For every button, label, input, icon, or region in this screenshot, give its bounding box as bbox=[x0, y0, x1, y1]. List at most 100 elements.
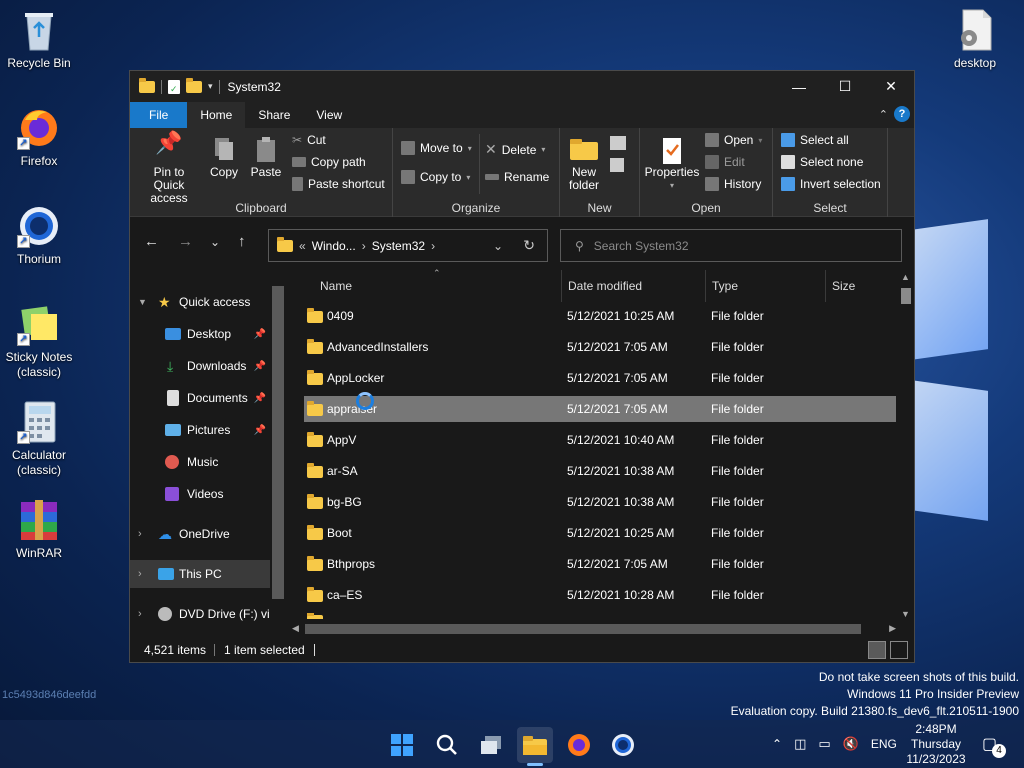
paste-shortcut-button[interactable]: Paste shortcut bbox=[292, 177, 385, 191]
nav-scrollbar-thumb[interactable] bbox=[272, 286, 284, 599]
clock[interactable]: 2:48PM Thursday 11/23/2023 bbox=[905, 720, 967, 768]
delete-button[interactable]: ✕ Delete ▾ bbox=[485, 141, 545, 158]
file-row[interactable]: ca–ES 5/12/2021 10:28 AM File folder bbox=[304, 582, 896, 608]
breadcrumb-overflow[interactable]: « bbox=[299, 239, 306, 253]
chevron-right-icon[interactable]: › bbox=[138, 608, 142, 620]
tab-file[interactable]: File bbox=[130, 102, 188, 128]
desktop-icon-sticky-notes[interactable]: ↗ Sticky Notes (classic) bbox=[3, 302, 75, 380]
history-button[interactable]: History bbox=[705, 177, 761, 191]
nav-item-videos[interactable]: Videos bbox=[130, 480, 270, 508]
tab-share[interactable]: Share bbox=[245, 102, 303, 128]
copy-to-button[interactable]: Copy to ▾ bbox=[401, 170, 470, 184]
nav-item-onedrive[interactable]: › ☁ OneDrive bbox=[130, 520, 270, 548]
desktop-icon-thorium[interactable]: ↗ Thorium bbox=[3, 204, 75, 267]
new-item-icon[interactable] bbox=[610, 136, 626, 150]
large-icons-view-button[interactable] bbox=[890, 641, 908, 659]
chevron-right-icon[interactable]: › bbox=[138, 568, 142, 580]
camera-icon[interactable]: ◫ bbox=[794, 736, 806, 752]
scroll-down-icon[interactable]: ▼ bbox=[901, 609, 910, 619]
search-button[interactable] bbox=[429, 727, 465, 763]
file-row[interactable]: bg-BG 5/12/2021 10:38 AM File folder bbox=[304, 489, 896, 515]
tab-home[interactable]: Home bbox=[187, 102, 246, 128]
desktop-icon-desktop-file[interactable]: desktop bbox=[939, 8, 1011, 71]
select-all-button[interactable]: Select all bbox=[781, 133, 849, 147]
file-row[interactable]: AppLocker 5/12/2021 7:05 AM File folder bbox=[304, 365, 896, 391]
network-icon[interactable]: ▭ bbox=[818, 736, 830, 752]
file-list-horizontal-scrollbar[interactable]: ◀ ▶ bbox=[288, 621, 898, 637]
up-arrow-icon[interactable]: ↑ bbox=[238, 233, 246, 250]
properties-quick-icon[interactable]: ✓ bbox=[168, 79, 180, 94]
tab-view[interactable]: View bbox=[303, 102, 355, 128]
chevron-right-icon[interactable]: › bbox=[431, 239, 435, 253]
select-none-button[interactable]: Select none bbox=[781, 155, 863, 169]
file-row[interactable]: AppV 5/12/2021 10:40 AM File folder bbox=[304, 427, 896, 453]
forward-arrow-icon[interactable]: → bbox=[178, 233, 193, 250]
nav-item-this-pc[interactable]: › This PC bbox=[130, 560, 270, 588]
file-row[interactable]: appraiser 5/12/2021 7:05 AM File folder bbox=[304, 396, 896, 422]
move-to-button[interactable]: Move to ▾ bbox=[401, 141, 472, 155]
breadcrumb-windows[interactable]: Windo... bbox=[312, 239, 356, 253]
show-hidden-icons-chevron-icon[interactable]: ⌃ bbox=[772, 737, 782, 751]
nav-item-desktop[interactable]: Desktop 📌 bbox=[130, 320, 270, 348]
customize-toolbar-icon[interactable]: ▾ bbox=[208, 81, 213, 92]
chevron-right-icon[interactable]: › bbox=[138, 528, 142, 540]
desktop-icon-firefox[interactable]: ↗ Firefox bbox=[3, 106, 75, 169]
new-folder-quick-icon[interactable] bbox=[186, 77, 202, 93]
maximize-button[interactable]: ☐ bbox=[822, 71, 868, 102]
vertical-scrollbar-thumb[interactable] bbox=[901, 288, 911, 304]
scroll-right-icon[interactable]: ▶ bbox=[889, 623, 896, 634]
column-header-type[interactable]: Type bbox=[712, 270, 738, 302]
desktop-icon-winrar[interactable]: WinRAR bbox=[3, 498, 75, 561]
nav-item-dvd-drive[interactable]: › DVD Drive (F:) vir bbox=[130, 600, 270, 628]
notifications-button[interactable]: ▢ 4 bbox=[982, 720, 1006, 768]
address-dropdown-icon[interactable]: ⌄ bbox=[493, 239, 503, 253]
file-row[interactable]: Bthprops 5/12/2021 7:05 AM File folder bbox=[304, 551, 896, 577]
breadcrumb-system32[interactable]: System32 bbox=[372, 239, 425, 253]
open-button[interactable]: Open ▾ bbox=[705, 133, 762, 147]
file-row-partial[interactable] bbox=[304, 613, 896, 619]
input-language[interactable]: ENG bbox=[871, 737, 897, 751]
address-bar[interactable]: « Windo... › System32 › ⌄ ↻ bbox=[268, 229, 548, 262]
desktop-icon-recycle-bin[interactable]: Recycle Bin bbox=[3, 8, 75, 71]
column-header-size[interactable]: Size bbox=[832, 270, 855, 302]
task-view-button[interactable] bbox=[473, 727, 509, 763]
copy-button[interactable]: Copy bbox=[204, 136, 244, 179]
file-row[interactable]: AdvancedInstallers 5/12/2021 7:05 AM File … bbox=[304, 334, 896, 360]
nav-item-documents[interactable]: Documents 📌 bbox=[130, 384, 270, 412]
chevron-right-icon[interactable]: › bbox=[362, 239, 366, 253]
paste-button[interactable]: Paste bbox=[246, 136, 286, 179]
nav-item-pictures[interactable]: Pictures 📌 bbox=[130, 416, 270, 444]
edit-button[interactable]: Edit bbox=[705, 155, 745, 169]
file-row[interactable]: ar-SA 5/12/2021 10:38 AM File folder bbox=[304, 458, 896, 484]
close-button[interactable]: ✕ bbox=[868, 71, 914, 102]
nav-scrollbar[interactable] bbox=[270, 270, 286, 637]
column-header-date-modified[interactable]: Date modified bbox=[568, 270, 642, 302]
file-list-vertical-scrollbar[interactable]: ▲ ▼ bbox=[898, 270, 914, 621]
start-button[interactable] bbox=[384, 727, 420, 763]
nav-item-music[interactable]: Music bbox=[130, 448, 270, 476]
volume-muted-icon[interactable]: 🔇 bbox=[843, 736, 859, 752]
desktop-icon-calculator[interactable]: ↗ Calculator (classic) bbox=[3, 400, 75, 478]
horizontal-scrollbar-thumb[interactable] bbox=[305, 624, 861, 634]
help-icon[interactable]: ? bbox=[894, 106, 910, 122]
rename-button[interactable]: Rename bbox=[485, 170, 549, 184]
recent-locations-chevron-icon[interactable]: ⌄ bbox=[210, 235, 220, 249]
copy-path-button[interactable]: Copy path bbox=[292, 155, 366, 169]
column-header-name[interactable]: Name bbox=[320, 270, 352, 302]
search-input[interactable]: ⚲ Search System32 bbox=[560, 229, 902, 262]
minimize-button[interactable]: — bbox=[776, 71, 822, 102]
collapse-ribbon-icon[interactable]: ⌃ bbox=[879, 108, 888, 121]
title-bar[interactable]: ✓ ▾ System32 — ☐ ✕ bbox=[130, 71, 914, 102]
details-view-button[interactable] bbox=[868, 641, 886, 659]
scroll-left-icon[interactable]: ◀ bbox=[292, 623, 299, 634]
taskbar-firefox[interactable] bbox=[561, 727, 597, 763]
file-row[interactable]: Boot 5/12/2021 10:25 AM File folder bbox=[304, 520, 896, 546]
nav-item-quick-access[interactable]: ▼ ★ Quick access bbox=[130, 288, 270, 316]
file-row[interactable]: 0409 5/12/2021 10:25 AM File folder bbox=[304, 303, 896, 329]
scroll-up-icon[interactable]: ▲ bbox=[901, 272, 910, 282]
nav-item-downloads[interactable]: ⤓ Downloads 📌 bbox=[130, 352, 270, 380]
properties-button[interactable]: Properties ▾ bbox=[642, 136, 702, 192]
invert-selection-button[interactable]: Invert selection bbox=[781, 177, 881, 191]
taskbar-thorium[interactable] bbox=[605, 727, 641, 763]
easy-access-icon[interactable] bbox=[610, 158, 624, 172]
